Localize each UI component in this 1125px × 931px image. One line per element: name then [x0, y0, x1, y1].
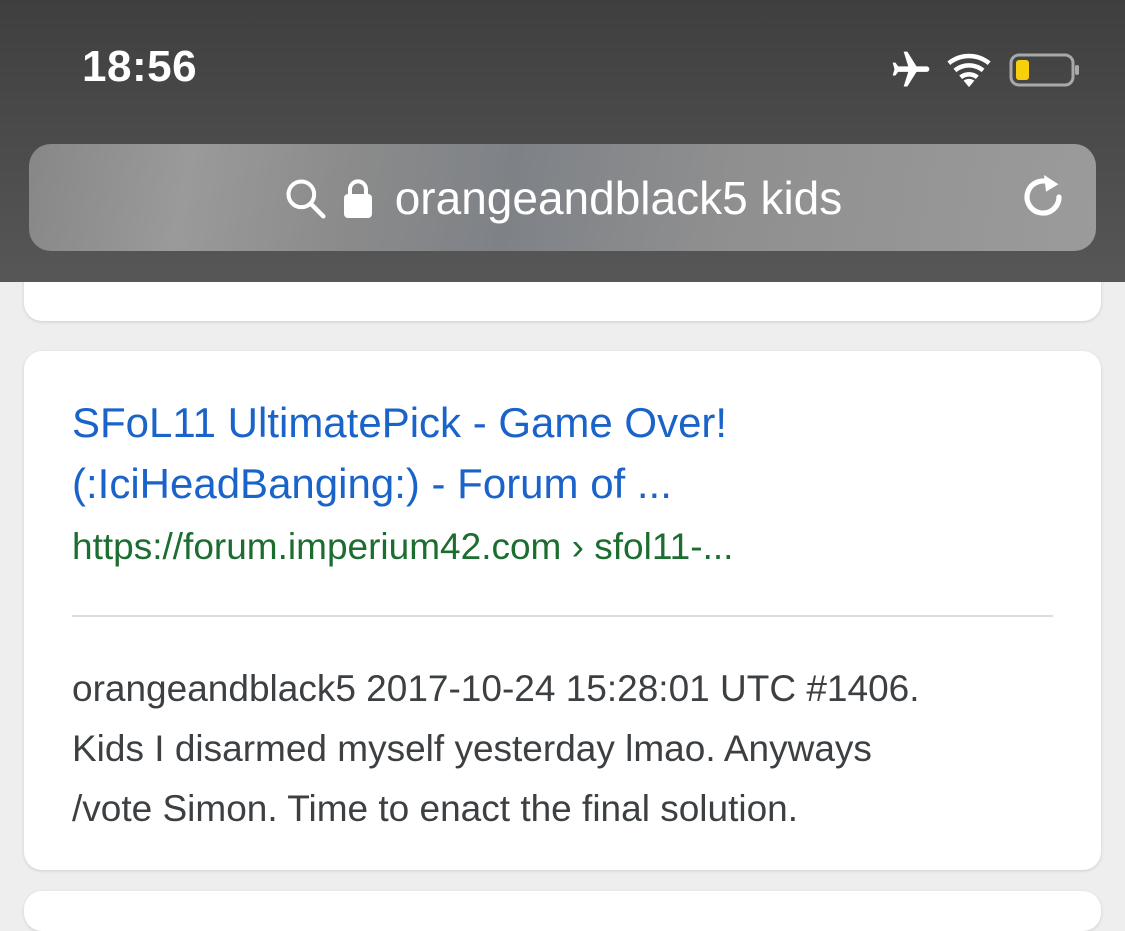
result-title-link[interactable]: SFoL11 UltimatePick - Game Over! (:IciHe… — [72, 392, 972, 514]
search-result-card: SFoL11 UltimatePick - Game Over! (:IciHe… — [24, 351, 1101, 870]
reload-icon[interactable] — [1020, 172, 1070, 226]
next-result-card — [24, 891, 1101, 931]
snippet-line-1: orangeandblack5 2017-10-24 15:28:01 UTC … — [72, 668, 920, 709]
address-bar-content: orangeandblack5 kids — [29, 144, 1096, 251]
status-time: 18:56 — [82, 42, 198, 91]
browser-toolbar: 18:56 orangeandblack5 kids — [0, 0, 1125, 282]
lock-icon — [343, 178, 372, 218]
snippet-line-2: Kids I disarmed myself yesterday lmao. A… — [72, 728, 872, 769]
wifi-icon — [947, 53, 991, 88]
result-divider — [72, 615, 1053, 617]
snippet-line-3: /vote Simon. Time to enact the final sol… — [72, 788, 798, 829]
result-url[interactable]: https://forum.imperium42.com › sfol11-..… — [72, 522, 733, 572]
result-snippet: orangeandblack5 2017-10-24 15:28:01 UTC … — [72, 659, 1062, 839]
address-bar[interactable]: orangeandblack5 kids — [29, 144, 1096, 251]
search-icon — [286, 178, 326, 219]
search-query: orangeandblack5 kids — [394, 171, 843, 224]
result-title-line-1: SFoL11 UltimatePick - Game Over! — [72, 399, 728, 446]
result-title-line-2: (:IciHeadBanging:) - Forum of ... — [72, 460, 672, 507]
airplane-icon — [892, 51, 930, 87]
battery-icon — [1009, 53, 1079, 87]
